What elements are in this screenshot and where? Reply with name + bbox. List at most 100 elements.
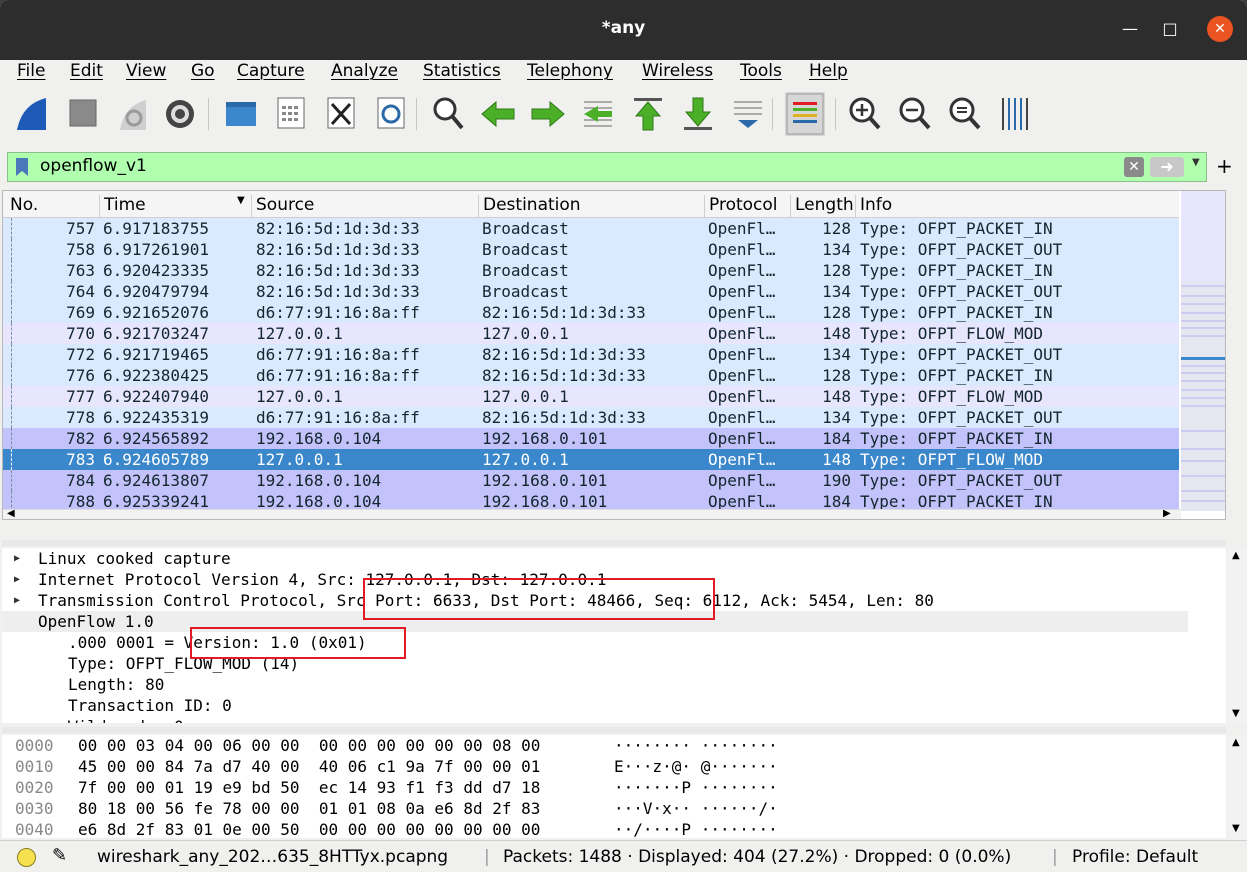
display-filter-input[interactable]: openflow_v1 xyxy=(40,156,147,176)
go-to-packet-icon[interactable] xyxy=(578,92,618,136)
colorize-icon[interactable] xyxy=(785,92,825,136)
menu-statistics[interactable]: Statistics xyxy=(423,61,501,81)
table-row[interactable]: 770 6.921703247 127.0.0.1 127.0.0.1 OpenFl… 1… xyxy=(3,323,1179,344)
table-row[interactable]: 764 6.920479794 82:16:5d:1d:3d:33 Broadcast… xyxy=(3,281,1179,302)
add-filter-button[interactable]: + xyxy=(1216,154,1233,178)
hex-dump-line[interactable]: 0000 00 00 03 04 00 06 00 00 00 00 00 00 … xyxy=(2,735,1226,756)
table-row[interactable]: 782 6.924565892 192.168.0.104 192.168.0.101… xyxy=(3,428,1179,449)
column-header-source[interactable]: Source xyxy=(251,195,478,217)
status-profile[interactable]: Profile: Default xyxy=(1072,847,1198,867)
stop-capture-icon[interactable] xyxy=(62,92,102,136)
cell-info: Type: OFPT_PACKET_OUT xyxy=(860,282,1063,301)
expert-info-icon[interactable] xyxy=(17,848,36,867)
hex-dump-line[interactable]: 0040 e6 8d 2f 83 01 0e 00 50 00 00 00 00 … xyxy=(2,819,1226,838)
menu-capture[interactable]: Capture xyxy=(237,61,305,81)
zoom-out-icon[interactable] xyxy=(895,92,935,136)
table-row[interactable]: 777 6.922407940 127.0.0.1 127.0.0.1 OpenFl… 1… xyxy=(3,386,1179,407)
close-button[interactable]: ✕ xyxy=(1207,16,1233,42)
packet-list[interactable]: No. Time Source Destination Protocol Length In… xyxy=(2,190,1226,520)
bytes-scrollbar[interactable]: ▲ ▼ xyxy=(1228,735,1246,838)
details-scrollbar[interactable]: ▲ ▼ xyxy=(1228,548,1246,723)
packet-list-minimap-scrollbar[interactable] xyxy=(1181,191,1225,511)
pane-splitter-2[interactable] xyxy=(2,727,1226,733)
status-bar: ✎ wireshark_any_202…635_8HTTyx.pcapng | … xyxy=(0,840,1247,872)
reload-file-icon[interactable] xyxy=(370,92,410,136)
pane-splitter[interactable] xyxy=(2,540,1226,546)
menu-tools[interactable]: Tools xyxy=(740,61,782,81)
cell-dst: 82:16:5d:1d:3d:33 xyxy=(482,303,646,322)
expand-arrow-icon[interactable]: ▶ xyxy=(14,553,20,564)
zoom-in-icon[interactable] xyxy=(845,92,885,136)
open-file-icon[interactable] xyxy=(220,92,260,136)
autoscroll-icon[interactable] xyxy=(728,92,768,136)
table-row[interactable]: 757 6.917183755 82:16:5d:1d:3d:33 Broadcast… xyxy=(3,218,1179,239)
column-header-protocol[interactable]: Protocol xyxy=(704,195,790,217)
packet-bytes-pane[interactable]: 0000 00 00 03 04 00 06 00 00 00 00 00 00 … xyxy=(2,735,1226,838)
menu-analyze[interactable]: Analyze xyxy=(331,61,398,81)
column-header-no[interactable]: No. xyxy=(6,195,99,217)
column-header-destination[interactable]: Destination xyxy=(478,195,704,217)
hex-dump-line[interactable]: 0010 45 00 00 84 7a d7 40 00 40 06 c1 9a … xyxy=(2,756,1226,777)
capture-comment-icon[interactable]: ✎ xyxy=(52,845,67,866)
first-packet-icon[interactable] xyxy=(628,92,668,136)
clear-filter-icon[interactable]: ✕ xyxy=(1124,157,1144,177)
menu-file[interactable]: File xyxy=(17,61,45,81)
table-row[interactable]: 783 6.924605789 127.0.0.1 127.0.0.1 OpenFl… 1… xyxy=(3,449,1179,470)
table-row[interactable]: 772 6.921719465 d6:77:91:16:8a:ff 82:16:5d:… xyxy=(3,344,1179,365)
hex-dump-line[interactable]: 0030 80 18 00 56 fe 78 00 00 01 01 08 0a … xyxy=(2,798,1226,819)
column-header-time[interactable]: Time xyxy=(99,195,251,217)
table-row[interactable]: 769 6.921652076 d6:77:91:16:8a:ff 82:16:5d:… xyxy=(3,302,1179,323)
table-row[interactable]: 776 6.922380425 d6:77:91:16:8a:ff 82:16:5d:… xyxy=(3,365,1179,386)
minimize-button[interactable]: — xyxy=(1117,16,1143,42)
go-back-icon[interactable] xyxy=(478,92,518,136)
cell-proto: OpenFl… xyxy=(708,345,776,364)
related-packet-indicator xyxy=(11,407,12,428)
find-packet-icon[interactable] xyxy=(428,92,468,136)
close-file-icon[interactable] xyxy=(320,92,360,136)
sort-chevron-down-icon[interactable]: ▼ xyxy=(233,195,245,217)
last-packet-icon[interactable] xyxy=(678,92,718,136)
status-separator: | xyxy=(1052,847,1058,867)
menu-edit[interactable]: Edit xyxy=(70,61,103,81)
column-header-length[interactable]: Length xyxy=(790,195,855,217)
resize-columns-icon[interactable] xyxy=(995,92,1035,136)
toolbar-separator xyxy=(208,98,209,130)
hex-offset: 0000 xyxy=(15,736,54,755)
table-row[interactable]: 778 6.922435319 d6:77:91:16:8a:ff 82:16:5d:… xyxy=(3,407,1179,428)
filter-history-chevron-down-icon[interactable]: ▼ xyxy=(1192,157,1200,168)
hex-dump-line[interactable]: 0020 7f 00 00 01 19 e9 bd 50 ec 14 93 f1 … xyxy=(2,777,1226,798)
cell-src: d6:77:91:16:8a:ff xyxy=(256,303,420,322)
table-row[interactable]: 784 6.924613807 192.168.0.104 192.168.0.101… xyxy=(3,470,1179,491)
detail-tree-item[interactable]: Transaction ID: 0 xyxy=(68,695,232,716)
apply-filter-icon[interactable]: ➜ xyxy=(1150,157,1184,177)
normal-size-icon[interactable] xyxy=(945,92,985,136)
menu-help[interactable]: Help xyxy=(809,61,848,81)
display-filter-bar[interactable]: openflow_v1 ✕ ➜ ▼ xyxy=(7,152,1207,182)
bookmark-icon[interactable] xyxy=(11,156,33,178)
table-row[interactable]: 763 6.920423335 82:16:5d:1d:3d:33 Broadcast… xyxy=(3,260,1179,281)
menu-view[interactable]: View xyxy=(126,61,166,81)
cell-time: 6.924605789 xyxy=(103,450,209,469)
expand-arrow-icon[interactable]: ▶ xyxy=(14,574,20,585)
table-row[interactable]: 758 6.917261901 82:16:5d:1d:3d:33 Broadcast… xyxy=(3,239,1179,260)
expand-arrow-icon[interactable]: ▶ xyxy=(14,595,20,606)
save-file-icon[interactable] xyxy=(270,92,310,136)
go-forward-icon[interactable] xyxy=(528,92,568,136)
column-header-info[interactable]: Info xyxy=(855,195,1179,217)
shark-fin-start-icon[interactable] xyxy=(12,92,52,136)
menu-go[interactable]: Go xyxy=(191,61,215,81)
cell-time: 6.917183755 xyxy=(103,219,209,238)
restart-capture-icon[interactable] xyxy=(112,92,152,136)
cell-src: d6:77:91:16:8a:ff xyxy=(256,408,420,427)
packet-details-tree[interactable]: ▶ Linux cooked capture ▶ Internet Protocol … xyxy=(2,548,1226,723)
detail-tree-item[interactable]: Length: 80 xyxy=(68,674,164,695)
related-packet-indicator xyxy=(11,449,12,470)
cell-proto: OpenFl… xyxy=(708,366,776,385)
detail-tree-item[interactable]: Wildcards: 0 xyxy=(68,716,184,723)
menu-wireless[interactable]: Wireless xyxy=(642,61,713,81)
capture-options-icon[interactable] xyxy=(160,92,200,136)
menu-telephony[interactable]: Telephony xyxy=(527,61,613,81)
detail-tree-item[interactable]: Linux cooked capture xyxy=(38,548,231,569)
packet-list-horizontal-scrollbar[interactable]: ◀ ▶ xyxy=(3,508,1181,519)
maximize-button[interactable]: □ xyxy=(1157,16,1183,42)
